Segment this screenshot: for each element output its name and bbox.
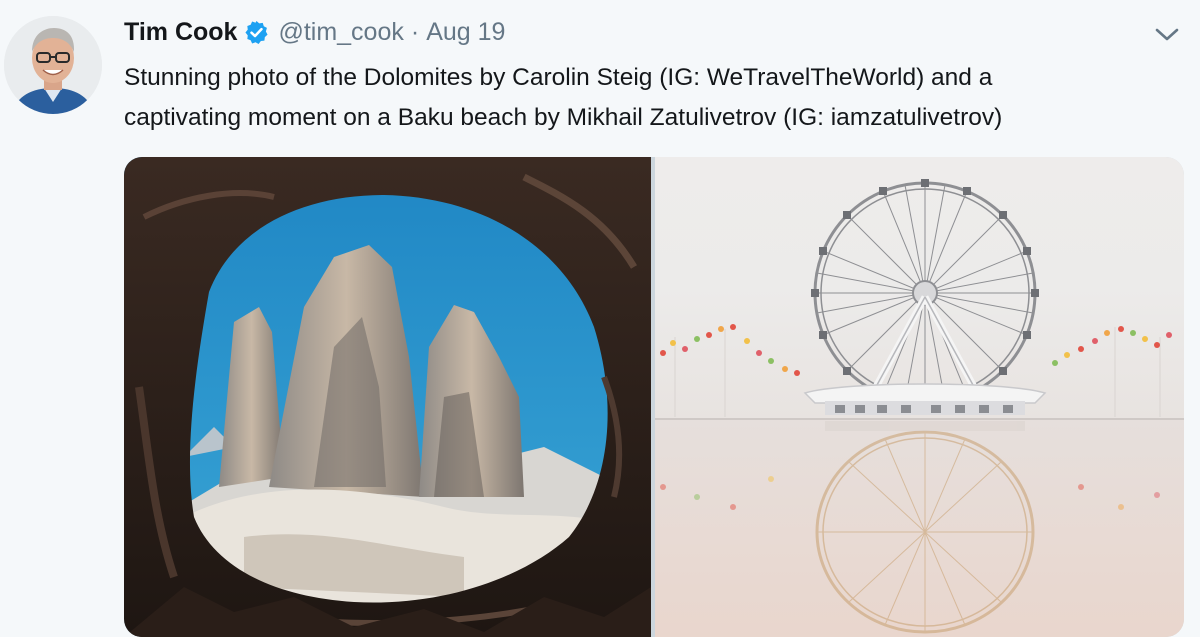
author-handle[interactable]: @tim_cook — [278, 18, 403, 47]
baku-beach-photo[interactable] — [655, 157, 1184, 637]
author-name[interactable]: Tim Cook — [124, 18, 237, 47]
dolomites-photo[interactable] — [124, 157, 651, 637]
tweet-date-link[interactable]: Aug 19 — [426, 18, 505, 47]
chevron-down-icon[interactable] — [1152, 22, 1182, 46]
tweet-text-line: Stunning photo of the Dolomites by Carol… — [124, 64, 993, 91]
tweet-header: Tim Cook @tim_cook · Aug 19 — [124, 14, 505, 50]
tweet-text-line: captivating moment on a Baku beach by Mi… — [124, 104, 1003, 131]
avatar-image — [4, 16, 102, 114]
tweet-media-grid — [124, 157, 1184, 637]
tweet-card: Tim Cook @tim_cook · Aug 19 Stunning pho… — [0, 0, 1200, 637]
author-avatar[interactable] — [4, 16, 102, 114]
baku-ferris-wheel-image — [655, 157, 1184, 637]
tweet-text: Stunning photo of the Dolomites by Carol… — [124, 58, 1184, 138]
header-separator: · — [410, 17, 420, 46]
verified-badge-icon — [244, 20, 269, 45]
dolomites-image — [124, 157, 651, 637]
